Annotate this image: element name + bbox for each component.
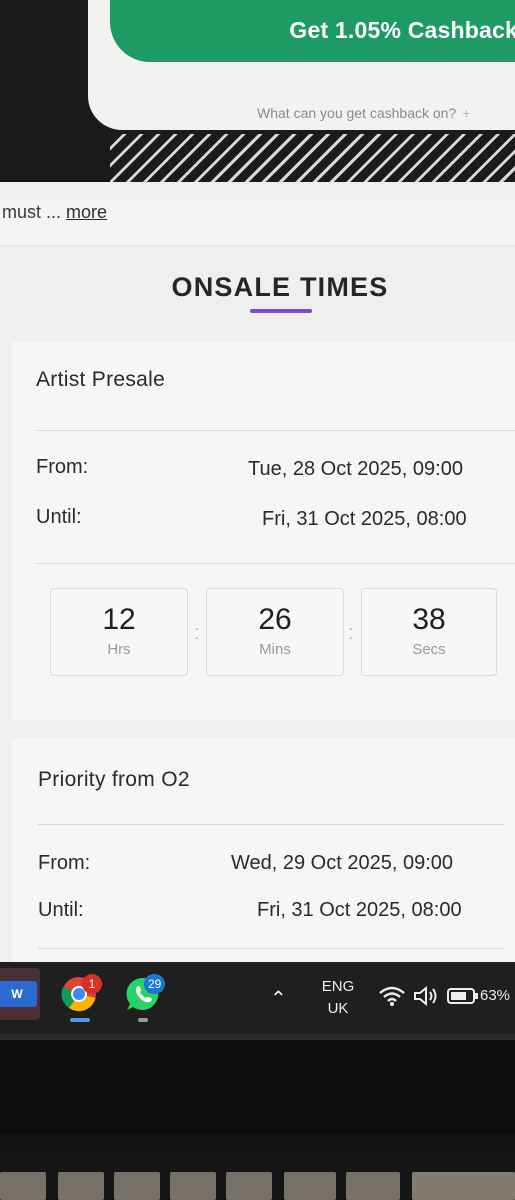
from-value: Wed, 29 Oct 2025, 09:00 xyxy=(231,852,454,874)
language-code: ENG xyxy=(321,978,355,995)
seconds-unit: Secs xyxy=(412,641,446,658)
word-taskbar-button[interactable]: W xyxy=(0,968,40,1020)
key xyxy=(346,1172,400,1200)
from-label: From: xyxy=(38,852,91,874)
striped-divider xyxy=(110,134,515,182)
key xyxy=(284,1172,336,1200)
countdown-hours: 12 Hrs xyxy=(50,588,188,676)
countdown-minutes: 26 Mins xyxy=(206,588,344,676)
key xyxy=(0,1172,46,1200)
presale-name: Priority from O2 xyxy=(38,768,190,791)
minutes-value: 26 xyxy=(258,603,292,636)
battery-percent: 63% xyxy=(480,987,511,1004)
word-icon: W xyxy=(0,981,37,1007)
laptop-bezel xyxy=(0,1034,515,1134)
from-label: From: xyxy=(36,456,89,478)
countdown-separator: : xyxy=(194,622,200,644)
key xyxy=(226,1172,272,1200)
key xyxy=(170,1172,216,1200)
chrome-notification-badge: 1 xyxy=(82,974,102,994)
until-value: Fri, 31 Oct 2025, 08:00 xyxy=(262,508,467,530)
wifi-icon[interactable] xyxy=(378,985,406,1007)
language-indicator[interactable]: ENG UK xyxy=(318,976,358,1020)
from-value: Tue, 28 Oct 2025, 09:00 xyxy=(248,458,463,480)
countdown-seconds: 38 Secs xyxy=(361,588,497,676)
key xyxy=(58,1172,104,1200)
title-underline xyxy=(250,309,312,313)
chevron-up-icon[interactable]: ⌃ xyxy=(270,986,287,1011)
until-label: Until: xyxy=(36,506,82,528)
bezel-edge xyxy=(0,1034,515,1040)
hours-value: 12 xyxy=(102,603,136,636)
key xyxy=(114,1172,160,1200)
seconds-value: 38 xyxy=(412,603,446,636)
more-link[interactable]: more xyxy=(66,202,107,222)
battery-icon[interactable] xyxy=(447,987,479,1005)
hours-unit: Hrs xyxy=(107,641,131,658)
volume-icon[interactable] xyxy=(412,985,440,1007)
minutes-unit: Mins xyxy=(259,641,291,658)
cashback-info-link[interactable]: What can you get cashback on? + xyxy=(257,105,515,127)
until-label: Until: xyxy=(38,899,84,921)
description-text: must ... xyxy=(2,202,67,222)
onsale-times-title: ONSALE TIMES xyxy=(171,272,389,302)
language-region: UK xyxy=(327,1000,349,1017)
key xyxy=(412,1172,515,1200)
until-value: Fri, 31 Oct 2025, 08:00 xyxy=(257,899,462,921)
divider xyxy=(38,948,504,949)
divider xyxy=(36,430,515,431)
chrome-active-indicator xyxy=(70,1018,90,1022)
get-cashback-button[interactable]: Get 1.05% Cashback xyxy=(110,0,515,62)
whatsapp-notification-badge: 29 xyxy=(144,974,166,994)
divider xyxy=(36,563,515,564)
presale-name: Artist Presale xyxy=(36,368,166,391)
plus-icon: + xyxy=(462,105,471,121)
countdown-separator: : xyxy=(348,622,354,644)
cashback-info-label: What can you get cashback on? xyxy=(257,105,457,121)
whatsapp-running-indicator xyxy=(138,1018,148,1022)
divider xyxy=(38,824,504,825)
description-snippet: must ... more xyxy=(0,200,515,246)
get-cashback-label: Get 1.05% Cashback xyxy=(289,16,515,43)
